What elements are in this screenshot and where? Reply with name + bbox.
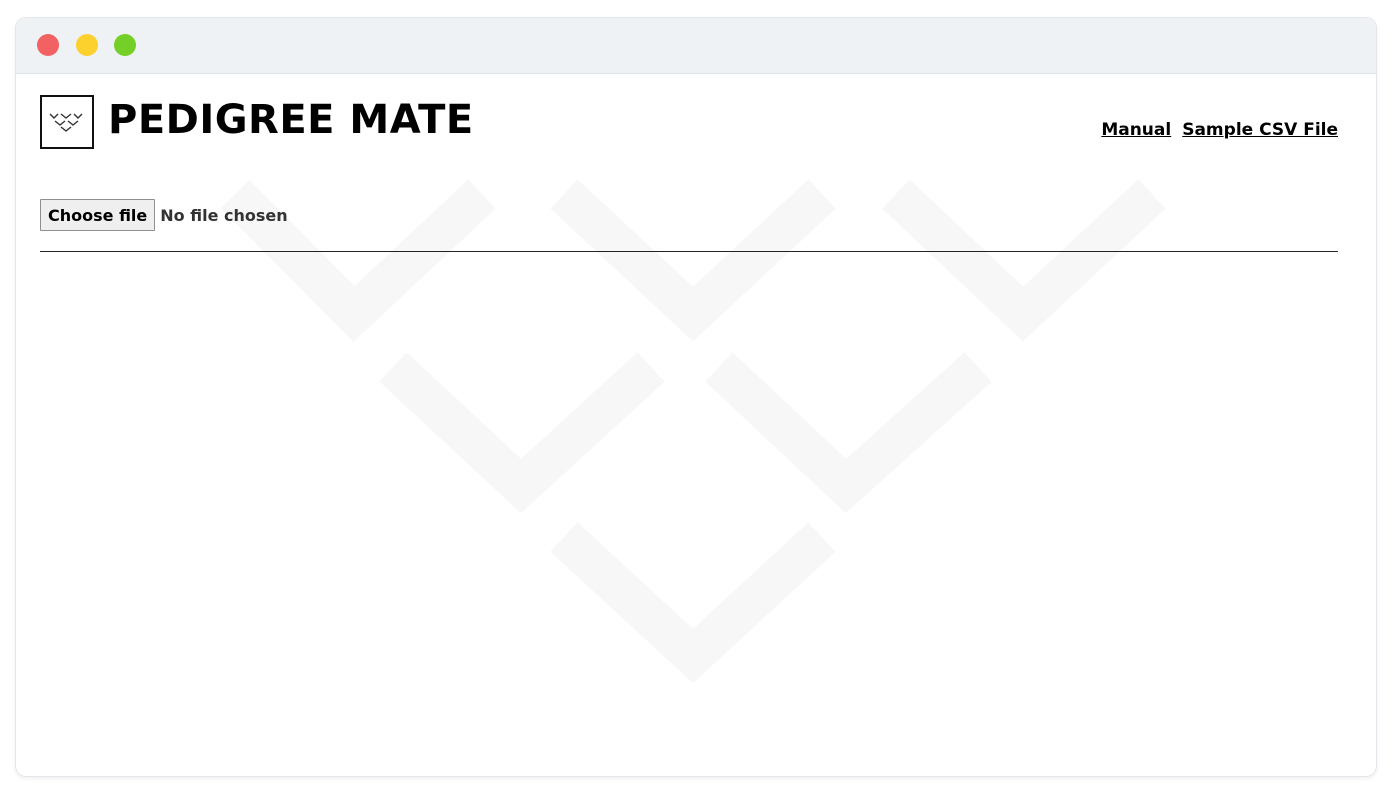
manual-link[interactable]: Manual xyxy=(1101,120,1171,140)
minimize-window-button[interactable] xyxy=(76,34,98,56)
app-title: PEDIGREE MATE xyxy=(108,97,474,143)
app-content: PEDIGREE MATE Manual Sample CSV File Cho… xyxy=(16,74,1376,776)
chevrons-logo-icon xyxy=(49,113,83,132)
browser-window: PEDIGREE MATE Manual Sample CSV File Cho… xyxy=(16,18,1376,776)
window-titlebar xyxy=(16,18,1376,74)
file-upload: Choose file No file chosen xyxy=(40,199,288,231)
chevron-watermark-icon xyxy=(220,179,1166,684)
file-status-text: No file chosen xyxy=(160,205,288,225)
sample-csv-link[interactable]: Sample CSV File xyxy=(1182,120,1338,140)
choose-file-button[interactable]: Choose file xyxy=(40,199,156,231)
section-divider xyxy=(40,251,1338,252)
app-logo xyxy=(40,95,94,149)
maximize-window-button[interactable] xyxy=(114,34,136,56)
header-nav: Manual Sample CSV File xyxy=(1101,120,1338,140)
close-window-button[interactable] xyxy=(37,34,59,56)
